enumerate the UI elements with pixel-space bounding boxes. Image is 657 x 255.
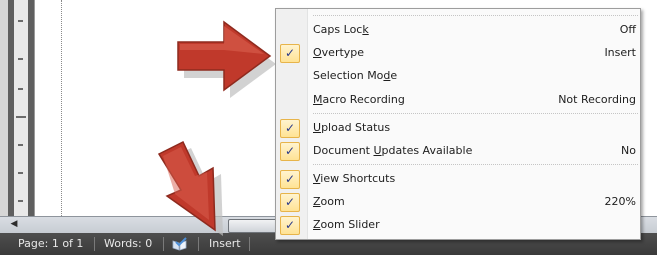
page-number-status[interactable]: Page: 1 of 1 xyxy=(18,233,83,255)
menu-item-label: Caps Lock xyxy=(313,23,369,36)
scroll-left-arrow-icon: ◀ xyxy=(10,219,18,229)
menu-item-view-shortcuts[interactable]: ✓ View Shortcuts xyxy=(276,168,640,190)
menu-item-zoom[interactable]: ✓ Zoom 220% xyxy=(276,191,640,213)
menu-item-caps-lock[interactable]: Caps Lock Off xyxy=(276,19,640,41)
menu-item-selection-mode[interactable]: Selection Mode xyxy=(276,65,640,87)
ruler-tick xyxy=(18,200,23,202)
ruler-tick xyxy=(18,88,23,90)
menu-item-value: Off xyxy=(619,23,636,36)
menu-item-value: No xyxy=(621,144,636,157)
status-bar-customize-menu: Caps Lock Off ✓ Overtype Insert Selectio… xyxy=(275,8,641,240)
menu-separator xyxy=(313,164,638,165)
check-icon: ✓ xyxy=(280,170,300,189)
check-icon: ✓ xyxy=(280,142,300,161)
check-icon: ✓ xyxy=(280,193,300,212)
text-margin-boundary xyxy=(61,0,62,216)
menu-item-label: Zoom Slider xyxy=(313,218,380,231)
down-arrow-annotation-icon xyxy=(157,140,223,236)
check-icon: ✓ xyxy=(280,119,300,138)
ruler-tick xyxy=(18,172,23,174)
scroll-left-button[interactable]: ◀ xyxy=(8,218,20,231)
ruler-tick xyxy=(18,58,23,60)
menu-item-macro-recording[interactable]: Macro Recording Not Recording xyxy=(276,89,640,111)
menu-item-document-updates[interactable]: ✓ Document Updates Available No xyxy=(276,140,640,162)
menu-separator xyxy=(313,15,638,16)
menu-item-value: 220% xyxy=(604,195,636,208)
check-icon: ✓ xyxy=(280,44,300,63)
menu-item-label: Overtype xyxy=(313,46,365,59)
menu-item-value: Insert xyxy=(604,46,636,59)
ruler-tick xyxy=(16,116,26,118)
menu-item-upload-status[interactable]: ✓ Upload Status xyxy=(276,117,640,139)
menu-item-label: Document Updates Available xyxy=(313,144,473,157)
status-separator xyxy=(249,237,250,251)
vertical-ruler xyxy=(8,0,34,216)
menu-item-label: Zoom xyxy=(313,195,345,208)
menu-item-label: Selection Mode xyxy=(313,69,398,82)
page-edge xyxy=(34,0,35,216)
ruler-tick xyxy=(18,20,23,22)
vertical-ruler-edge xyxy=(0,0,8,216)
menu-item-overtype[interactable]: ✓ Overtype Insert xyxy=(276,42,640,64)
menu-item-zoom-slider[interactable]: ✓ Zoom Slider xyxy=(276,214,640,236)
menu-item-value: Not Recording xyxy=(558,93,636,106)
right-arrow-annotation-icon xyxy=(177,20,276,98)
menu-item-label: Upload Status xyxy=(313,121,391,134)
menu-item-label: Macro Recording xyxy=(313,93,405,106)
ruler-tick xyxy=(18,144,23,146)
menu-item-label: View Shortcuts xyxy=(313,172,396,185)
check-icon: ✓ xyxy=(280,216,300,235)
status-separator xyxy=(94,237,95,251)
menu-separator xyxy=(313,113,638,114)
